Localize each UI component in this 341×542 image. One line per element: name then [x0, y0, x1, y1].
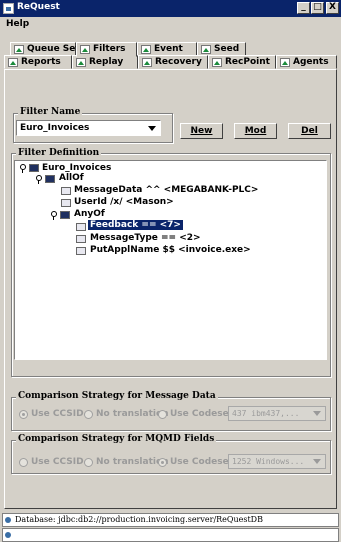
no-translation-radio[interactable]	[84, 458, 93, 467]
filter-root-icon	[29, 164, 39, 172]
tab-event[interactable]: Event	[137, 42, 197, 56]
condition-icon	[76, 247, 86, 255]
condition-icon	[76, 223, 86, 231]
app-icon	[3, 3, 14, 14]
expand-key-icon[interactable]	[51, 211, 57, 220]
maximize-button[interactable]: □	[311, 2, 324, 14]
tree-node-condition[interactable]: MessageType == <2>	[90, 233, 201, 243]
tab-icon	[142, 58, 152, 67]
use-codeset-label: Use Codeset	[170, 457, 233, 467]
mqmd-legend: Comparison Strategy for MQMD Fields	[16, 434, 217, 444]
chevron-down-icon	[148, 126, 156, 131]
codeset-select[interactable]: 437 ibm437,...	[228, 406, 326, 421]
expand-key-icon[interactable]	[36, 175, 42, 184]
del-button[interactable]: Del	[288, 123, 331, 139]
filter-name-select[interactable]: Euro_Invoices	[16, 120, 161, 136]
tree-node-condition[interactable]: PutApplName $$ <invoice.exe>	[90, 245, 251, 255]
tab-icon	[141, 45, 151, 54]
tree-node-condition[interactable]: UserId /x/ <Mason>	[74, 197, 174, 207]
tree-node-anyof[interactable]: AnyOf	[74, 209, 105, 219]
tree-node-root[interactable]: Euro_Invoices	[42, 163, 111, 173]
close-button[interactable]: X	[326, 2, 339, 14]
expand-key-icon[interactable]	[20, 164, 26, 173]
use-ccsid-label: Use CCSID	[31, 457, 84, 467]
use-codeset-radio[interactable]	[158, 410, 167, 419]
use-codeset-label: Use Codeset	[170, 409, 233, 419]
menu-help[interactable]: Help	[6, 19, 29, 29]
status-bar-secondary	[2, 528, 339, 542]
mod-button[interactable]: Mod	[234, 123, 277, 139]
tree-node-selected[interactable]: Feedback == <7>	[88, 220, 183, 230]
tab-reports[interactable]: Reports	[4, 55, 72, 69]
tree-node-allof[interactable]: AllOf	[59, 173, 84, 183]
title-bar: ReQuest _ □ X	[0, 0, 341, 17]
tab-recpoint[interactable]: RecPoint	[208, 55, 276, 69]
condition-icon	[61, 199, 71, 207]
tab-icon	[201, 45, 211, 54]
group-icon	[45, 175, 55, 183]
tab-icon	[212, 58, 222, 67]
new-button[interactable]: New	[180, 123, 223, 139]
use-ccsid-radio[interactable]	[19, 458, 28, 467]
chevron-down-icon	[313, 459, 321, 464]
tab-seed[interactable]: Seed	[197, 42, 246, 56]
group-icon	[60, 211, 70, 219]
tab-icon	[8, 58, 18, 67]
tab-agents[interactable]: Agents	[276, 55, 337, 69]
tab-replay[interactable]: Replay	[72, 55, 138, 69]
tab-queue-sets[interactable]: Queue Sets	[10, 42, 85, 56]
condition-icon	[61, 187, 71, 195]
window-title: ReQuest	[17, 2, 60, 12]
use-codeset-radio[interactable]	[158, 458, 167, 467]
tree-node-condition[interactable]: MessageData ^^ <MEGABANK-PLC>	[74, 185, 258, 195]
minimize-button[interactable]: _	[297, 2, 310, 14]
no-translation-radio[interactable]	[84, 410, 93, 419]
filter-name-value: Euro_Invoices	[20, 123, 90, 133]
filter-name-legend: Filter Name	[18, 107, 83, 117]
database-icon	[5, 517, 11, 523]
menu-bar: Help	[0, 17, 341, 32]
tab-icon	[76, 58, 86, 67]
tab-icon	[14, 45, 24, 54]
tab-icon	[280, 58, 290, 67]
tab-filters[interactable]: Filters	[76, 42, 137, 57]
use-ccsid-radio[interactable]	[19, 410, 28, 419]
filter-definition-legend: Filter Definition	[16, 148, 102, 158]
database-status: Database: jdbc:db2://production.invoicin…	[15, 515, 263, 524]
condition-icon	[76, 235, 86, 243]
chevron-down-icon	[313, 411, 321, 416]
filter-tree[interactable]: Euro_Invoices AllOf MessageData ^^ <MEGA…	[14, 160, 327, 360]
tab-recovery[interactable]: Recovery	[138, 55, 208, 69]
codeset-select[interactable]: 1252 Windows...	[228, 454, 326, 469]
status-bar: Database: jdbc:db2://production.invoicin…	[2, 513, 339, 527]
message-data-legend: Comparison Strategy for Message Data	[16, 391, 218, 401]
use-ccsid-label: Use CCSID	[31, 409, 84, 419]
filter-icon	[80, 45, 90, 54]
status-icon	[5, 532, 11, 538]
